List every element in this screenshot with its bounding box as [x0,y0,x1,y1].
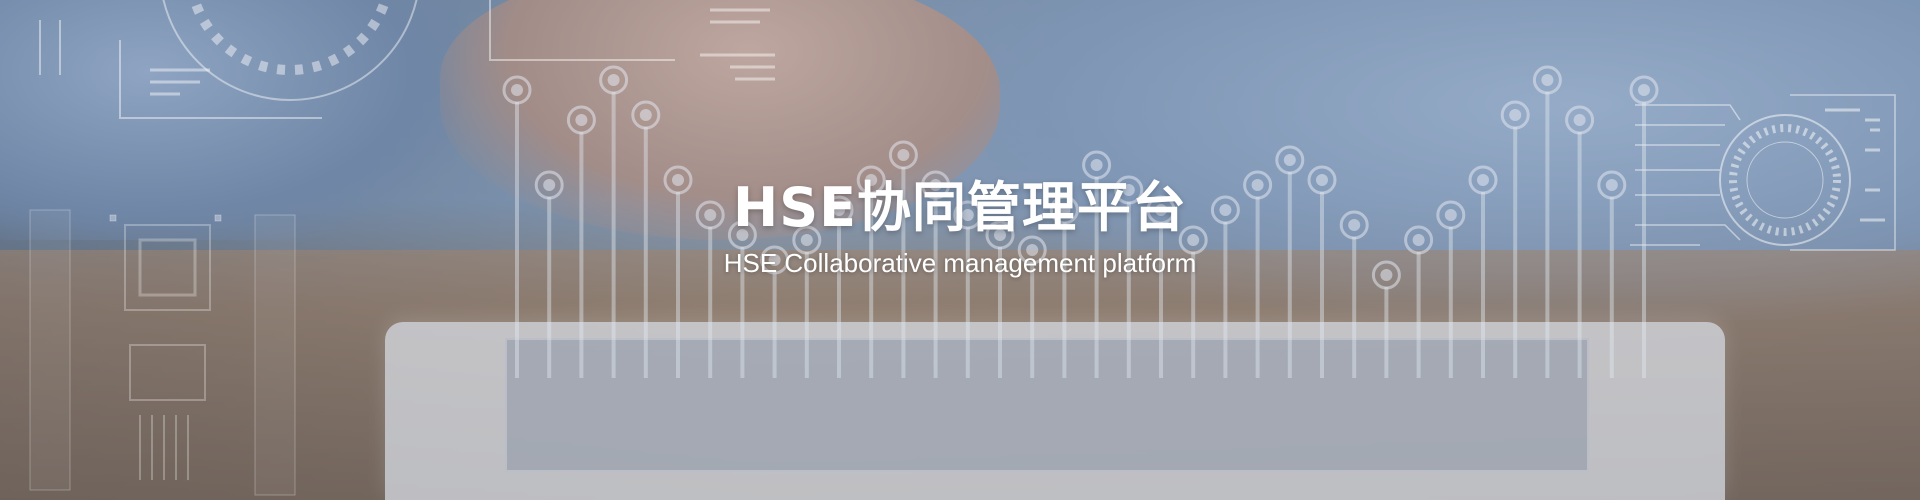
hero-banner: HSE协同管理平台 HSE Collaborative management p… [0,0,1920,500]
page-title: HSE协同管理平台 [733,176,1187,239]
data-pin-dot [1541,74,1554,86]
data-pin-dot [1509,109,1522,121]
page-subtitle: HSE Collaborative management platform [723,248,1197,278]
data-pin-dot [511,84,523,96]
data-pin-dot [607,74,620,86]
data-pin-dot [897,149,910,161]
gauge-circle-icon [39,0,775,119]
data-pin-dot [1638,84,1650,96]
data-pin-dot [1283,154,1296,166]
data-pin-dot [1573,114,1586,126]
data-pin-dot [575,114,588,126]
title-block: HSE协同管理平台 HSE Collaborative management p… [0,176,1920,280]
data-pin-dot [1090,159,1103,171]
data-pin-dot [639,109,652,121]
